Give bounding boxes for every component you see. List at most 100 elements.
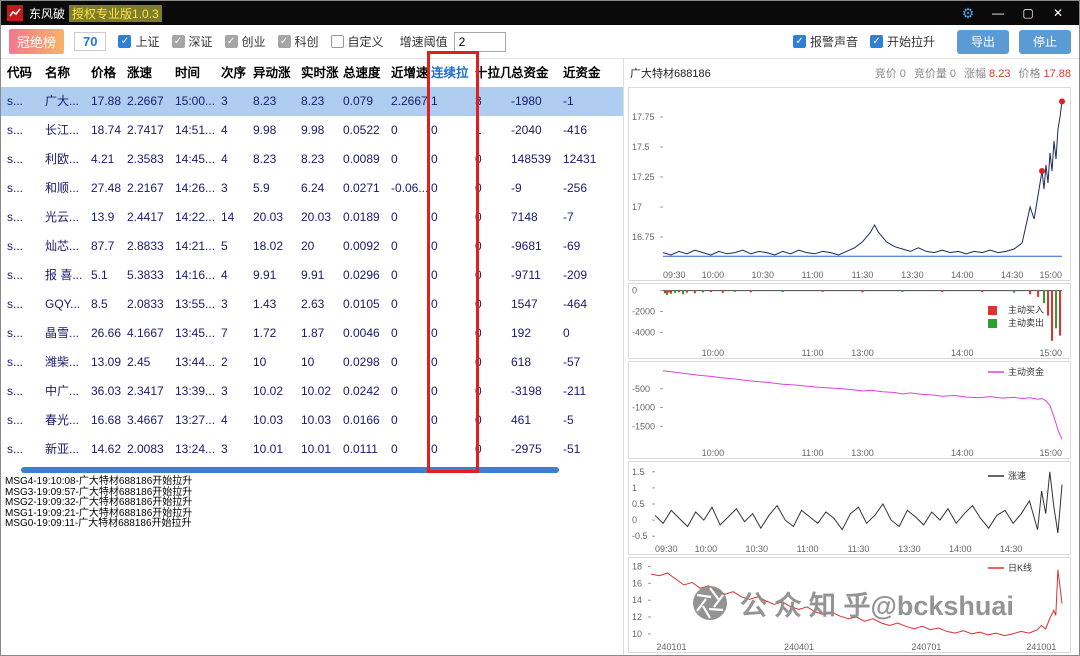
filter-报警声音[interactable]: ✓ 报警声音 xyxy=(792,33,858,50)
filter-科创[interactable]: ✓ 科创 xyxy=(277,33,319,50)
table-cell: 4 xyxy=(221,413,228,427)
checkbox-label: 开始拉升 xyxy=(886,35,935,49)
column-header-6[interactable]: 异动涨 xyxy=(253,59,301,87)
table-row[interactable]: s... 潍柴... 13.09 2.45 13:44... 2 10 10 0.0298 0 0 0… xyxy=(1,348,623,377)
settings-gear-icon[interactable]: ⚙ xyxy=(953,5,983,22)
table-cell: 0.0522 xyxy=(343,123,380,137)
svg-text:10:00: 10:00 xyxy=(695,544,718,554)
table-cell: 0 xyxy=(475,384,482,398)
table-row[interactable]: s... 报 喜... 5.1 5.3833 14:16... 4 9.91 9.91 0.02… xyxy=(1,261,623,290)
table-row[interactable]: s... GQY... 8.5 2.0833 13:55... 3 1.43 2.63 0.01… xyxy=(1,290,623,319)
table-cell: 2.2667 xyxy=(391,94,428,108)
svg-text:17.25: 17.25 xyxy=(632,172,655,182)
column-header-10[interactable]: 连续拉 xyxy=(431,59,475,87)
checkbox-icon[interactable]: ✓ xyxy=(171,35,185,48)
svg-text:13:30: 13:30 xyxy=(901,270,924,280)
table-cell: 2.3583 xyxy=(127,152,164,166)
column-header-1[interactable]: 名称 xyxy=(45,59,91,87)
table-cell: -5 xyxy=(563,413,574,427)
svg-text:10:00: 10:00 xyxy=(702,348,725,358)
checkbox-icon[interactable]: ✓ xyxy=(869,35,883,48)
threshold-input[interactable] xyxy=(453,31,506,52)
table-cell: 0.0105 xyxy=(343,297,380,311)
table-cell: 36.03 xyxy=(91,384,122,398)
app-window: 东风破 授权专业版1.0.3 ⚙ — ▢ ✕ 冠绝榜 70 ✓ 上证 ✓ 深证 ✓ 创业 ✓… xyxy=(0,0,1080,656)
filter-上证[interactable]: ✓ 上证 xyxy=(118,33,160,50)
table-cell: 13:39... xyxy=(175,384,216,398)
filter-创业[interactable]: ✓ 创业 xyxy=(224,33,266,50)
table-cell: 2.2167 xyxy=(127,181,164,195)
table-row[interactable]: s... 和顺... 27.48 2.2167 14:26... 3 5.9 6.24 0.02… xyxy=(1,174,623,203)
table-row[interactable]: s... 灿芯... 87.7 2.8833 14:21... 5 18.02 20 0.009… xyxy=(1,232,623,261)
table-cell: 14:45... xyxy=(175,152,216,166)
horizontal-scrollbar[interactable] xyxy=(21,467,559,473)
table-cell: 27.48 xyxy=(91,181,122,195)
table-row[interactable]: s... 晶雪... 26.66 4.1667 13:45... 7 1.72 1.87 0.0… xyxy=(1,319,623,348)
table-cell: s... xyxy=(7,210,24,224)
table-row[interactable]: s... 广大... 17.88 2.2667 15:00... 3 8.23 8.23 0.0… xyxy=(1,87,623,116)
stop-button[interactable]: 停止 xyxy=(1018,29,1071,54)
table-row[interactable]: s... 长江... 18.74 2.7417 14:51... 4 9.98 9.98 0.0… xyxy=(1,116,623,145)
checkbox-icon[interactable]: ✓ xyxy=(118,35,132,48)
column-header-0[interactable]: 代码 xyxy=(7,59,45,87)
column-header-9[interactable]: 近增速 xyxy=(391,59,431,87)
table-cell: 461 xyxy=(511,413,532,427)
toolbar: 冠绝榜 70 ✓上证✓深证✓创业✓科创自定义 增速阈值 ✓报警声音✓开始拉升 导… xyxy=(1,25,1079,59)
table-cell: 12431 xyxy=(563,152,597,166)
stat-label: 涨幅 xyxy=(964,68,987,80)
stat-value: 17.88 xyxy=(1043,68,1071,80)
table-cell: 8.5 xyxy=(91,297,108,311)
column-header-5[interactable]: 次序 xyxy=(221,59,253,87)
filter-开始拉升[interactable]: ✓ 开始拉升 xyxy=(869,33,935,50)
count-box[interactable]: 70 xyxy=(74,32,107,51)
minimize-button[interactable]: — xyxy=(983,6,1013,20)
column-header-12[interactable]: 总资金 xyxy=(511,59,563,87)
table-row[interactable]: s... 春光... 16.68 3.4667 13:27... 4 10.03 10.03 0… xyxy=(1,406,623,435)
table-cell: 618 xyxy=(511,355,532,369)
table-cell: -9681 xyxy=(511,239,542,253)
table-cell: -464 xyxy=(563,297,588,311)
table-row[interactable]: s... 中广... 36.03 2.3417 13:39... 3 10.02 10.02 0… xyxy=(1,377,623,406)
table-cell: -1980 xyxy=(511,94,542,108)
table-cell: 1.72 xyxy=(253,326,277,340)
export-button[interactable]: 导出 xyxy=(956,29,1009,54)
column-header-7[interactable]: 实时涨 xyxy=(301,59,343,87)
table-cell: 5.9 xyxy=(253,181,270,195)
table-row[interactable]: s... 利欧... 4.21 2.3583 14:45... 4 8.23 8.23 0.00… xyxy=(1,145,623,174)
column-header-13[interactable]: 近资金 xyxy=(563,59,607,87)
column-header-4[interactable]: 时间 xyxy=(175,59,221,87)
table-cell: 0 xyxy=(391,268,398,282)
table-cell: 0 xyxy=(475,442,482,456)
close-button[interactable]: ✕ xyxy=(1043,6,1073,20)
table-cell: 光云... xyxy=(45,210,80,224)
column-header-11[interactable]: 十拉几 xyxy=(475,59,511,87)
table-cell: GQY... xyxy=(45,297,81,311)
maximize-button[interactable]: ▢ xyxy=(1013,6,1043,20)
table-cell: 3.4667 xyxy=(127,413,164,427)
table-cell: 利欧... xyxy=(45,152,80,166)
watermark-text: 公 众 知 乎@bckshuai xyxy=(740,590,1014,621)
checkbox-icon[interactable] xyxy=(330,35,344,48)
table-row[interactable]: s... 光云... 13.9 2.4417 14:22... 14 20.03 20.03 0… xyxy=(1,203,623,232)
table-cell: s... xyxy=(7,326,24,340)
table-cell: 0 xyxy=(431,181,438,195)
filter-深证[interactable]: ✓ 深证 xyxy=(171,33,213,50)
svg-text:-1500: -1500 xyxy=(632,421,655,431)
stock-title: 广大特材688186 xyxy=(630,68,711,80)
rank-badge[interactable]: 冠绝榜 xyxy=(9,29,65,54)
table-cell: 10.03 xyxy=(253,413,284,427)
table-cell: 0 xyxy=(431,297,438,311)
checkbox-icon[interactable]: ✓ xyxy=(277,35,291,48)
column-header-8[interactable]: 总速度 xyxy=(343,59,391,87)
table-cell: -209 xyxy=(563,268,588,282)
checkbox-icon[interactable]: ✓ xyxy=(224,35,238,48)
filter-自定义[interactable]: 自定义 xyxy=(330,33,384,50)
table-cell: 9.98 xyxy=(301,123,325,137)
column-header-2[interactable]: 价格 xyxy=(91,59,127,87)
table-row[interactable]: s... 新亚... 14.62 2.0083 13:24... 3 10.01 10.01 0… xyxy=(1,435,623,464)
svg-text:-4000: -4000 xyxy=(632,327,655,337)
checkbox-icon[interactable]: ✓ xyxy=(792,35,806,48)
table-cell: 5.1 xyxy=(91,268,108,282)
table-cell: 10.01 xyxy=(253,442,284,456)
column-header-3[interactable]: 涨速 xyxy=(127,59,175,87)
